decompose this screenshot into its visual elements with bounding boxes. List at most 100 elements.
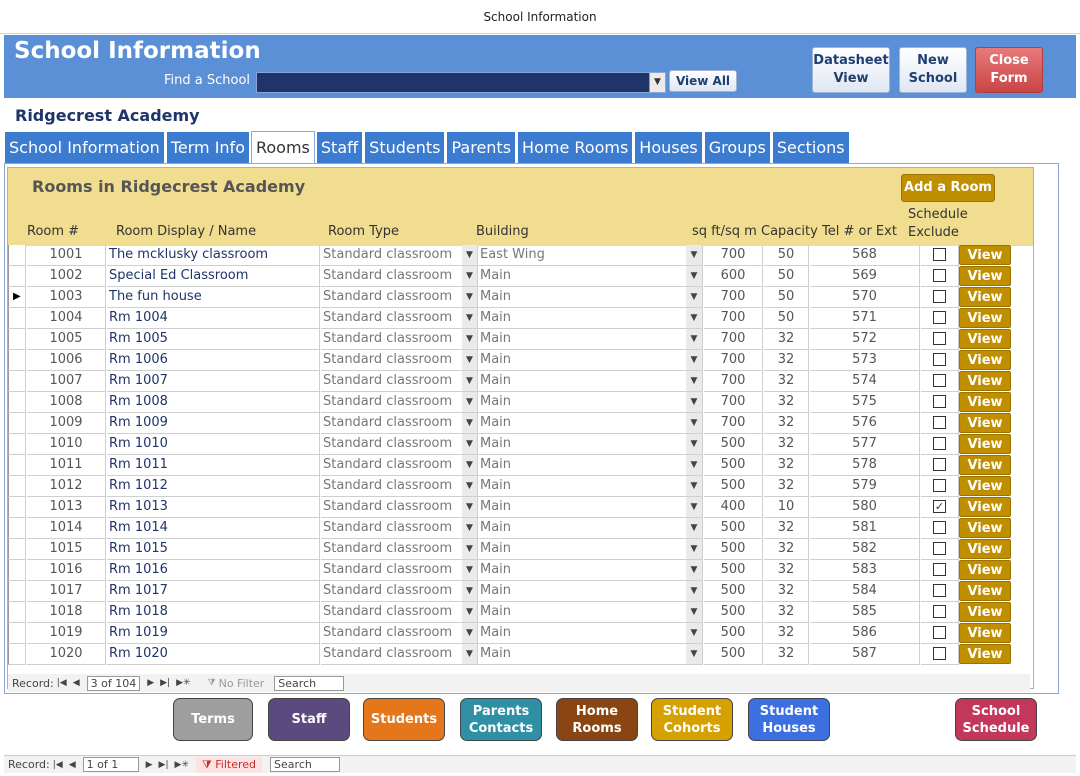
close-form-button[interactable]: Close Form (975, 47, 1043, 93)
chevron-down-icon[interactable]: ▼ (462, 434, 478, 455)
parents-contacts-button[interactable]: Parents Contacts (460, 698, 542, 741)
room-capacity[interactable]: 32 (764, 560, 809, 581)
schedule-exclude-checkbox[interactable] (933, 605, 946, 618)
home-rooms-button[interactable]: Home Rooms (556, 698, 638, 741)
record-selector[interactable] (8, 329, 26, 350)
room-tel[interactable]: 580 (810, 497, 920, 518)
schedule-exclude-checkbox[interactable] (933, 479, 946, 492)
next-record-icon[interactable]: ▶ (147, 678, 154, 688)
chevron-down-icon[interactable]: ▼ (686, 413, 703, 434)
record-selector[interactable] (8, 539, 26, 560)
chevron-down-icon[interactable]: ▼ (462, 497, 478, 518)
room-capacity[interactable]: 32 (764, 455, 809, 476)
room-area[interactable]: 500 (704, 602, 763, 623)
table-row[interactable]: 1020 Rm 1020 Standard classroom ▼ Main ▼ 500 32… (8, 644, 1033, 665)
chevron-down-icon[interactable]: ▼ (462, 371, 478, 392)
room-capacity[interactable]: 50 (764, 245, 809, 266)
find-school-combo[interactable]: ▼ (256, 72, 666, 93)
room-tel[interactable]: 578 (810, 455, 920, 476)
room-number[interactable]: 1004 (27, 308, 106, 329)
room-number[interactable]: 1012 (27, 476, 106, 497)
room-type[interactable]: Standard classroom (321, 560, 477, 581)
table-row[interactable]: 1002 Special Ed Classroom Standard classro… (8, 266, 1033, 287)
view-room-button[interactable]: View (959, 560, 1011, 580)
room-number[interactable]: 1019 (27, 623, 106, 644)
new-school-button[interactable]: New School (899, 47, 967, 93)
record-selector[interactable] (8, 371, 26, 392)
chevron-down-icon[interactable]: ▼ (686, 602, 703, 623)
room-capacity[interactable]: 32 (764, 581, 809, 602)
room-type[interactable]: Standard classroom (321, 602, 477, 623)
tab-groups[interactable]: Groups (703, 131, 771, 163)
room-name[interactable]: Rm 1006 (107, 350, 320, 371)
building[interactable]: Main (478, 497, 689, 518)
room-area[interactable]: 700 (704, 350, 763, 371)
student-cohorts-button[interactable]: Student Cohorts (651, 698, 733, 741)
chevron-down-icon[interactable]: ▼ (462, 623, 478, 644)
chevron-down-icon[interactable]: ▼ (686, 581, 703, 602)
building[interactable]: Main (478, 581, 689, 602)
room-type[interactable]: Standard classroom (321, 434, 477, 455)
chevron-down-icon[interactable]: ▼ (686, 476, 703, 497)
table-row[interactable]: 1004 Rm 1004 Standard classroom ▼ Main ▼ 700 50… (8, 308, 1033, 329)
room-name[interactable]: Rm 1008 (107, 392, 320, 413)
view-room-button[interactable]: View (959, 539, 1011, 559)
building[interactable]: Main (478, 518, 689, 539)
room-area[interactable]: 700 (704, 329, 763, 350)
next-record-icon[interactable]: ▶ (146, 760, 153, 770)
record-selector[interactable] (8, 455, 26, 476)
building[interactable]: Main (478, 455, 689, 476)
view-room-button[interactable]: View (959, 287, 1011, 307)
schedule-exclude-checkbox[interactable] (933, 458, 946, 471)
room-name[interactable]: Rm 1018 (107, 602, 320, 623)
room-type[interactable]: Standard classroom (321, 392, 477, 413)
room-type[interactable]: Standard classroom (321, 308, 477, 329)
record-selector[interactable] (8, 560, 26, 581)
table-row[interactable]: 1013 Rm 1013 Standard classroom ▼ Main ▼ 400 10… (8, 497, 1033, 518)
record-selector[interactable] (8, 581, 26, 602)
room-type[interactable]: Standard classroom (321, 497, 477, 518)
room-number[interactable]: 1005 (27, 329, 106, 350)
schedule-exclude-checkbox[interactable] (933, 416, 946, 429)
room-number[interactable]: 1018 (27, 602, 106, 623)
tab-term-info[interactable]: Term Info (165, 131, 250, 163)
schedule-exclude-checkbox[interactable] (933, 248, 946, 261)
last-record-icon[interactable]: ▶| (159, 760, 169, 770)
chevron-down-icon[interactable]: ▼ (686, 560, 703, 581)
view-all-button[interactable]: View All (669, 70, 737, 92)
building[interactable]: Main (478, 329, 689, 350)
filtered-toggle[interactable]: ⧩ Filtered (195, 756, 263, 773)
schedule-exclude-checkbox[interactable] (933, 542, 946, 555)
new-record-icon[interactable]: ▶✳ (175, 760, 189, 770)
room-type[interactable]: Standard classroom (321, 476, 477, 497)
room-capacity[interactable]: 32 (764, 350, 809, 371)
room-name[interactable]: Rm 1004 (107, 308, 320, 329)
room-number[interactable]: 1003 (27, 287, 106, 308)
room-number[interactable]: 1006 (27, 350, 106, 371)
room-number[interactable]: 1013 (27, 497, 106, 518)
room-tel[interactable]: 584 (810, 581, 920, 602)
chevron-down-icon[interactable]: ▼ (462, 266, 478, 287)
room-capacity[interactable]: 32 (764, 434, 809, 455)
chevron-down-icon[interactable]: ▼ (686, 245, 703, 266)
room-area[interactable]: 500 (704, 539, 763, 560)
room-tel[interactable]: 576 (810, 413, 920, 434)
room-capacity[interactable]: 50 (764, 287, 809, 308)
room-type[interactable]: Standard classroom (321, 518, 477, 539)
chevron-down-icon[interactable]: ▼ (686, 434, 703, 455)
room-capacity[interactable]: 32 (764, 602, 809, 623)
table-row[interactable]: 1007 Rm 1007 Standard classroom ▼ Main ▼ 700 32… (8, 371, 1033, 392)
add-room-button[interactable]: Add a Room (901, 174, 995, 202)
room-area[interactable]: 700 (704, 392, 763, 413)
room-name[interactable]: Rm 1014 (107, 518, 320, 539)
room-number[interactable]: 1017 (27, 581, 106, 602)
room-capacity[interactable]: 32 (764, 392, 809, 413)
room-capacity[interactable]: 32 (764, 644, 809, 665)
view-room-button[interactable]: View (959, 266, 1011, 286)
chevron-down-icon[interactable]: ▼ (686, 497, 703, 518)
table-row[interactable]: 1012 Rm 1012 Standard classroom ▼ Main ▼ 500 32… (8, 476, 1033, 497)
students-button[interactable]: Students (363, 698, 445, 741)
chevron-down-icon[interactable]: ▼ (686, 266, 703, 287)
record-selector[interactable] (8, 434, 26, 455)
schedule-exclude-checkbox[interactable] (933, 647, 946, 660)
